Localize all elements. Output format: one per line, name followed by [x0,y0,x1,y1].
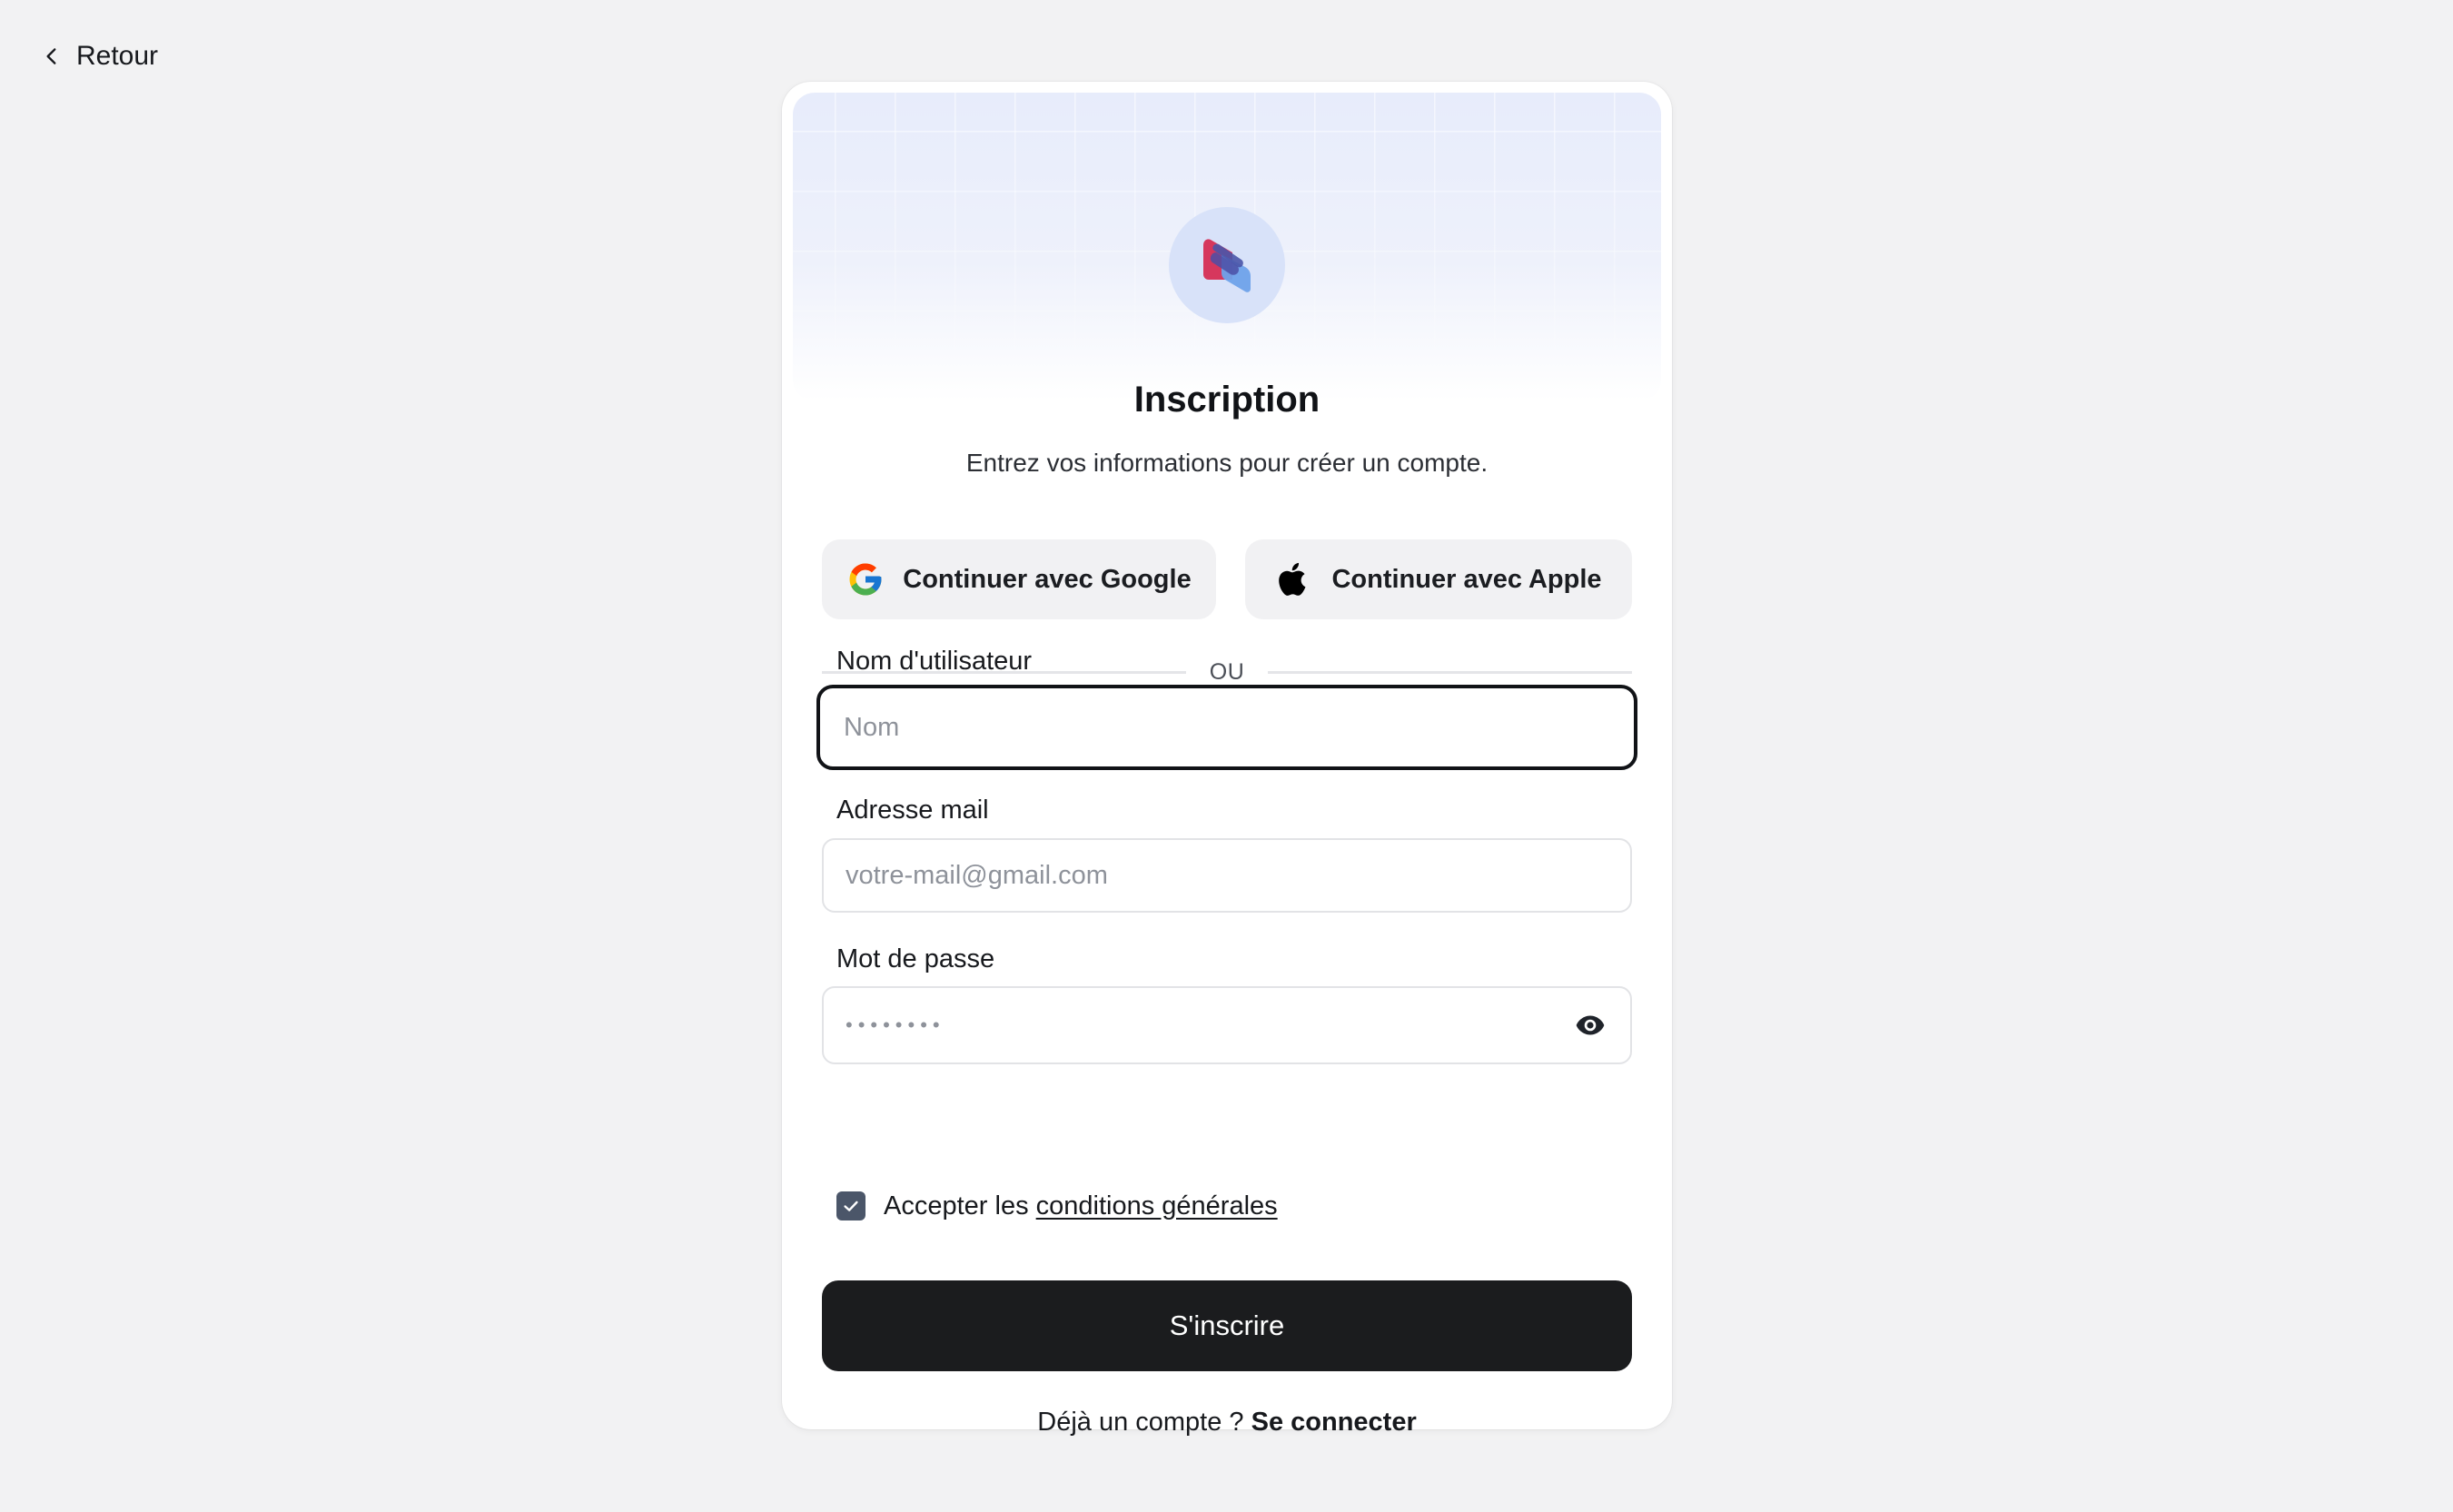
google-signin-label: Continuer avec Google [903,564,1192,594]
password-masked-value: •••••••• [846,1013,945,1036]
email-placeholder: votre-mail@gmail.com [846,860,1108,890]
check-icon [844,1201,858,1211]
username-label: Nom d'utilisateur [836,647,1033,676]
page-title: Inscription [1133,380,1320,420]
email-input[interactable]: votre-mail@gmail.com [822,838,1632,913]
terms-text: Accepter les conditions générales [884,1191,1278,1221]
terms-prefix: Accepter les [884,1191,1036,1220]
signup-card: Inscription Entrez vos informations pour… [782,82,1672,1437]
apple-signin-button[interactable]: Continuer avec Apple [1245,539,1632,619]
password-input[interactable]: •••••••• [822,986,1632,1064]
divider-label: OU [1209,658,1245,685]
divider-line-right [1268,670,1632,674]
username-input[interactable]: Nom [816,685,1637,770]
login-prompt: Déjà un compte ? Se connecter [782,1408,1672,1438]
signup-button[interactable]: S'inscrire [822,1280,1632,1371]
password-label: Mot de passe [836,944,995,973]
app-logo [1169,207,1285,323]
logo-mark-icon [1203,239,1251,292]
eye-icon [1576,1015,1605,1035]
google-icon [849,563,882,596]
apple-icon [1279,562,1306,596]
login-prompt-text: Déjà un compte ? [1037,1408,1251,1437]
email-label: Adresse mail [836,796,989,825]
back-link[interactable]: Retour [40,36,158,76]
login-link[interactable]: Se connecter [1251,1408,1417,1437]
page-subtitle: Entrez vos informations pour créer un co… [965,449,1489,477]
terms-row: Accepter les conditions générales [836,1188,1278,1224]
terms-link[interactable]: conditions générales [1036,1191,1278,1220]
back-link-label: Retour [76,41,159,71]
show-password-toggle[interactable] [1572,1007,1608,1043]
chevron-left-icon [46,48,56,64]
terms-checkbox[interactable] [836,1191,865,1220]
username-placeholder: Nom [844,712,900,742]
google-signin-button[interactable]: Continuer avec Google [822,539,1216,619]
apple-signin-label: Continuer avec Apple [1331,564,1602,594]
